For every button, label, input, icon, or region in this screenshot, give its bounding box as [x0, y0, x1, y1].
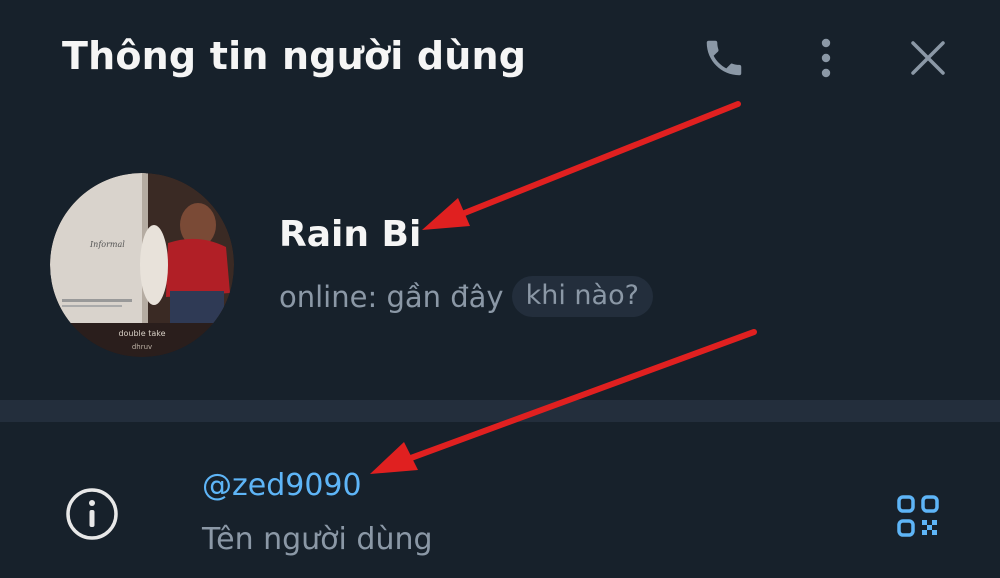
call-button[interactable] [696, 30, 752, 86]
qr-code-button[interactable] [890, 488, 946, 544]
last-seen-when-chip[interactable]: khi nào? [511, 276, 653, 317]
last-seen-status: online: gần đây [279, 279, 504, 314]
info-icon [66, 488, 118, 540]
section-divider [0, 400, 1000, 422]
more-vertical-icon [821, 38, 831, 78]
username-value[interactable]: @zed9090 [202, 468, 362, 503]
avatar[interactable]: Informal double take dhruv [50, 173, 234, 357]
username-row[interactable]: @zed9090 Tên người dùng [0, 422, 1000, 578]
username-label: Tên người dùng [202, 522, 433, 557]
panel-title: Thông tin người dùng [62, 34, 527, 78]
svg-text:Informal: Informal [89, 240, 125, 249]
user-display-name: Rain Bi [279, 214, 422, 255]
avatar-caption-sub: dhruv [132, 343, 152, 351]
panel-header: Thông tin người dùng [0, 0, 1000, 118]
status-row: online: gần đây khi nào? [279, 276, 653, 317]
close-icon [911, 41, 945, 75]
avatar-caption: double take [118, 329, 165, 338]
profile-section: Informal double take dhruv Rain Bi onlin… [0, 118, 1000, 400]
phone-icon [706, 40, 742, 76]
qr-code-icon [897, 495, 939, 537]
close-button[interactable] [900, 30, 956, 86]
more-button[interactable] [798, 30, 854, 86]
user-info-panel: Thông tin người dùng Informal double tak… [0, 0, 1000, 578]
